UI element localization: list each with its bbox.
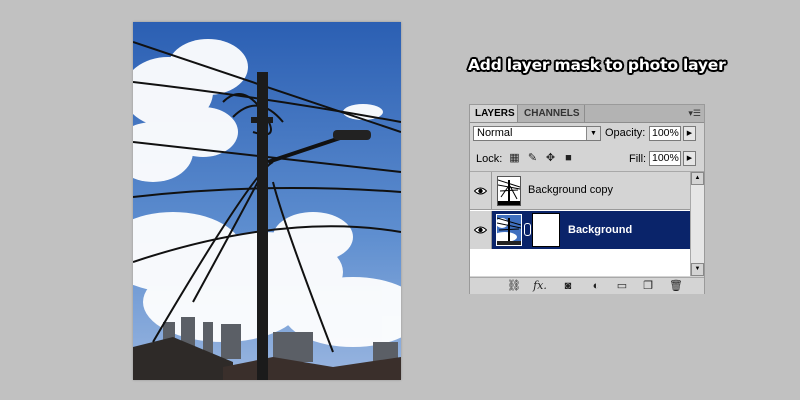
layer-row-background[interactable]: Background <box>470 211 690 249</box>
trash-icon[interactable]: 🗑 <box>668 279 684 293</box>
adjustment-layer-icon[interactable]: ◐ <box>588 279 604 293</box>
eye-icon <box>474 226 487 234</box>
layer-mask-thumbnail[interactable] <box>532 213 560 247</box>
visibility-toggle[interactable] <box>470 172 492 209</box>
panel-menu-icon[interactable]: ▾☰ <box>688 108 701 119</box>
mask-link-icon[interactable] <box>524 223 531 236</box>
layer-name: Background <box>568 224 633 236</box>
fill-slider-arrow-icon[interactable]: ▶ <box>683 151 696 166</box>
layer-thumbnail <box>496 214 522 246</box>
opacity-label: Opacity: <box>605 127 646 139</box>
fx-icon[interactable]: fx. <box>532 279 548 293</box>
fill-input[interactable]: 100% <box>649 151 681 166</box>
blend-mode-value: Normal <box>477 127 513 139</box>
fill-label: Fill: <box>629 153 647 165</box>
tab-layers[interactable]: LAYERS <box>470 105 518 122</box>
tutorial-heading: Add layer mask to photo layer <box>468 56 726 74</box>
layers-panel: LAYERS CHANNELS ▾☰ Normal ▼ Opacity: 100… <box>469 104 705 294</box>
scroll-down-icon[interactable]: ▼ <box>691 263 704 276</box>
eye-icon <box>474 187 487 194</box>
layer-name: Background copy <box>528 184 613 196</box>
panel-footer: ⛓ fx. ◙ ◐ ▭ ❐ 🗑 <box>470 277 704 294</box>
lock-move-icon[interactable]: ✥ <box>544 152 557 165</box>
new-layer-icon[interactable]: ❐ <box>640 279 656 293</box>
new-group-icon[interactable]: ▭ <box>614 279 630 293</box>
lock-label: Lock: <box>476 153 503 165</box>
lock-brush-icon[interactable]: ✎ <box>526 152 539 165</box>
thumbnail-photo <box>497 215 521 245</box>
opacity-input[interactable]: 100% <box>649 126 681 141</box>
layer-list: Background copy Background <box>470 172 690 276</box>
lock-transparent-icon[interactable]: ▦ <box>508 152 521 165</box>
layer-list-scrollbar[interactable]: ▲ ▼ <box>690 172 704 276</box>
lock-all-icon[interactable]: ■ <box>562 152 575 165</box>
scroll-up-icon[interactable]: ▲ <box>691 172 704 185</box>
thumbnail-silhouette <box>497 179 521 205</box>
layer-thumbnail <box>497 176 521 206</box>
opacity-slider-arrow-icon[interactable]: ▶ <box>683 126 696 141</box>
tab-channels[interactable]: CHANNELS <box>519 105 585 122</box>
chevron-down-icon[interactable]: ▼ <box>586 127 600 140</box>
panel-tabs: LAYERS CHANNELS ▾☰ <box>470 105 704 123</box>
visibility-toggle[interactable] <box>470 211 492 249</box>
photo-canvas <box>133 22 401 380</box>
link-layers-icon[interactable]: ⛓ <box>506 279 522 293</box>
add-mask-icon[interactable]: ◙ <box>560 279 576 293</box>
utility-pole-photo <box>133 22 401 380</box>
blend-mode-select[interactable]: Normal ▼ <box>473 126 601 141</box>
layer-row-background-copy[interactable]: Background copy <box>470 172 690 210</box>
